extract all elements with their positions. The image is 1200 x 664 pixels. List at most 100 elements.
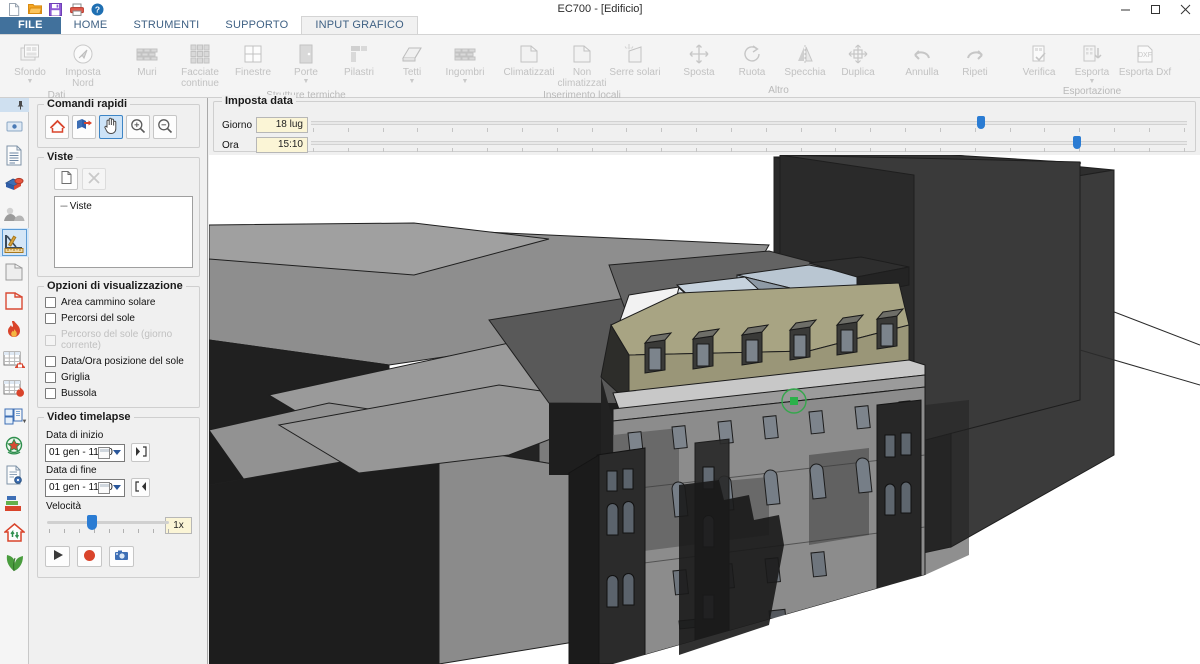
chevron-down-icon[interactable]: [113, 449, 121, 455]
day-slider[interactable]: [311, 116, 1187, 134]
chevron-down-icon[interactable]: ▼: [409, 78, 416, 85]
views-list[interactable]: --- Viste: [54, 196, 193, 268]
zoom-out-button[interactable]: [153, 115, 177, 139]
facciate-continue-button[interactable]: Facciate continue: [174, 38, 226, 90]
checkbox-griglia[interactable]: Griglia: [45, 372, 192, 383]
3d-scene[interactable]: [209, 155, 1200, 664]
help-icon[interactable]: ?: [90, 2, 105, 16]
table-flame-icon[interactable]: [0, 373, 29, 402]
non-climatizzati-button[interactable]: Non climatizzati: [556, 38, 608, 90]
start-date-input[interactable]: 01 gen - 11:00: [45, 443, 125, 462]
energy-house-icon[interactable]: [0, 518, 29, 547]
chevron-down-icon[interactable]: ▼: [1089, 78, 1096, 85]
porte-button[interactable]: Porte ▼: [280, 38, 332, 86]
save-icon[interactable]: [48, 2, 63, 16]
zone-gray-icon[interactable]: [0, 257, 29, 286]
checkbox-box[interactable]: [45, 356, 56, 367]
new-icon[interactable]: [6, 2, 21, 16]
ruota-button[interactable]: Ruota: [726, 38, 778, 84]
checkbox-box[interactable]: [45, 297, 56, 308]
speed-slider[interactable]: [47, 514, 169, 536]
ripeti-button[interactable]: Ripeti: [949, 38, 1001, 84]
3d-button[interactable]: 3D: [1183, 38, 1200, 84]
set-start-button[interactable]: [131, 443, 150, 462]
ingombri-button[interactable]: Ingombri ▼: [439, 38, 491, 86]
chevron-down-icon[interactable]: [113, 484, 121, 490]
sposta-button[interactable]: Sposta: [673, 38, 725, 84]
print-icon[interactable]: [69, 2, 84, 16]
pin-icon[interactable]: [0, 98, 29, 112]
new-view-button[interactable]: [54, 168, 78, 190]
ground-icon[interactable]: [0, 199, 29, 228]
checkbox-area-cammino-solare[interactable]: Area cammino solare: [45, 297, 192, 308]
end-date-input[interactable]: 01 gen - 11:00: [45, 478, 125, 497]
record-button[interactable]: [77, 546, 102, 567]
materials-icon[interactable]: [0, 170, 29, 199]
check-building-icon: [1028, 41, 1050, 67]
esporta-dxf-button[interactable]: DXF Esporta Dxf: [1119, 38, 1171, 84]
hour-value[interactable]: 15:10: [256, 137, 308, 153]
layout-icon[interactable]: ▼: [0, 402, 29, 431]
document-icon[interactable]: [0, 141, 29, 170]
graphic-input-icon[interactable]: [0, 228, 29, 257]
chevron-down-icon[interactable]: ▼: [22, 419, 28, 425]
tab-input-grafico[interactable]: INPUT GRAFICO: [301, 16, 418, 34]
serre-solari-button[interactable]: Serre solari: [609, 38, 661, 84]
checkbox-box[interactable]: [45, 388, 56, 399]
flame-icon[interactable]: [0, 315, 29, 344]
zone-red-icon[interactable]: [0, 286, 29, 315]
sfondo-button[interactable]: Sfondo ▼: [4, 38, 56, 86]
muri-button[interactable]: Muri: [121, 38, 173, 84]
chevron-down-icon[interactable]: ▼: [27, 78, 34, 85]
minimize-button[interactable]: [1110, 0, 1140, 18]
day-slider-thumb[interactable]: [976, 116, 985, 129]
calendar-icon[interactable]: [98, 446, 110, 459]
hour-slider-thumb[interactable]: [1073, 136, 1082, 149]
checkbox-bussola[interactable]: Bussola: [45, 388, 192, 399]
maximize-button[interactable]: [1140, 0, 1170, 18]
pilastri-button[interactable]: Pilastri: [333, 38, 385, 84]
tab-strumenti[interactable]: STRUMENTI: [120, 17, 212, 34]
checkbox-percorsi-del-sole[interactable]: Percorsi del sole: [45, 313, 192, 324]
navigator-icon[interactable]: [0, 112, 29, 141]
zoom-in-button[interactable]: [126, 115, 150, 139]
home-view-button[interactable]: [45, 115, 69, 139]
open-icon[interactable]: [27, 2, 42, 16]
delete-view-button[interactable]: [82, 168, 106, 190]
day-value[interactable]: 18 lug: [256, 117, 308, 133]
snapshot-button[interactable]: [109, 546, 134, 567]
checkbox-box[interactable]: [45, 372, 56, 383]
slider-thumb[interactable]: [87, 515, 97, 530]
esporta-button[interactable]: Esporta ▼: [1066, 38, 1118, 86]
play-button[interactable]: [45, 546, 70, 567]
tab-supporto[interactable]: SUPPORTO: [212, 17, 301, 34]
calendar-icon[interactable]: [98, 481, 110, 494]
orbit-button[interactable]: [72, 115, 96, 139]
duplica-button[interactable]: Duplica: [832, 38, 884, 84]
tab-file[interactable]: FILE: [0, 17, 61, 34]
climatizzati-button[interactable]: Climatizzati: [503, 38, 555, 84]
certification-icon[interactable]: [0, 431, 29, 460]
finestre-button[interactable]: Finestre: [227, 38, 279, 84]
title-bar: ? EC700 - [Edificio]: [0, 0, 1200, 18]
table-house-icon[interactable]: [0, 344, 29, 373]
checkbox-box[interactable]: [45, 313, 56, 324]
tab-home[interactable]: HOME: [61, 17, 121, 34]
books-icon[interactable]: [0, 489, 29, 518]
chevron-down-icon[interactable]: ▼: [462, 78, 469, 85]
annulla-button[interactable]: Annulla: [896, 38, 948, 84]
specchia-button[interactable]: Specchia: [779, 38, 831, 84]
hour-slider[interactable]: [311, 136, 1187, 154]
verifica-button[interactable]: Verifica: [1013, 38, 1065, 84]
list-item[interactable]: --- Viste: [60, 201, 187, 212]
leaf-icon[interactable]: [0, 547, 29, 576]
checkbox-data-ora-posizione-del-sole[interactable]: Data/Ora posizione del sole: [45, 356, 192, 367]
chevron-down-icon[interactable]: ▼: [303, 78, 310, 85]
tetti-button[interactable]: Tetti ▼: [386, 38, 438, 86]
close-button[interactable]: [1170, 0, 1200, 18]
imposta-nord-button[interactable]: Imposta Nord: [57, 38, 109, 90]
report-icon[interactable]: [0, 460, 29, 489]
pan-button[interactable]: [99, 115, 123, 139]
set-end-button[interactable]: [131, 478, 150, 497]
3d-rendering-viewport[interactable]: [209, 155, 1200, 664]
